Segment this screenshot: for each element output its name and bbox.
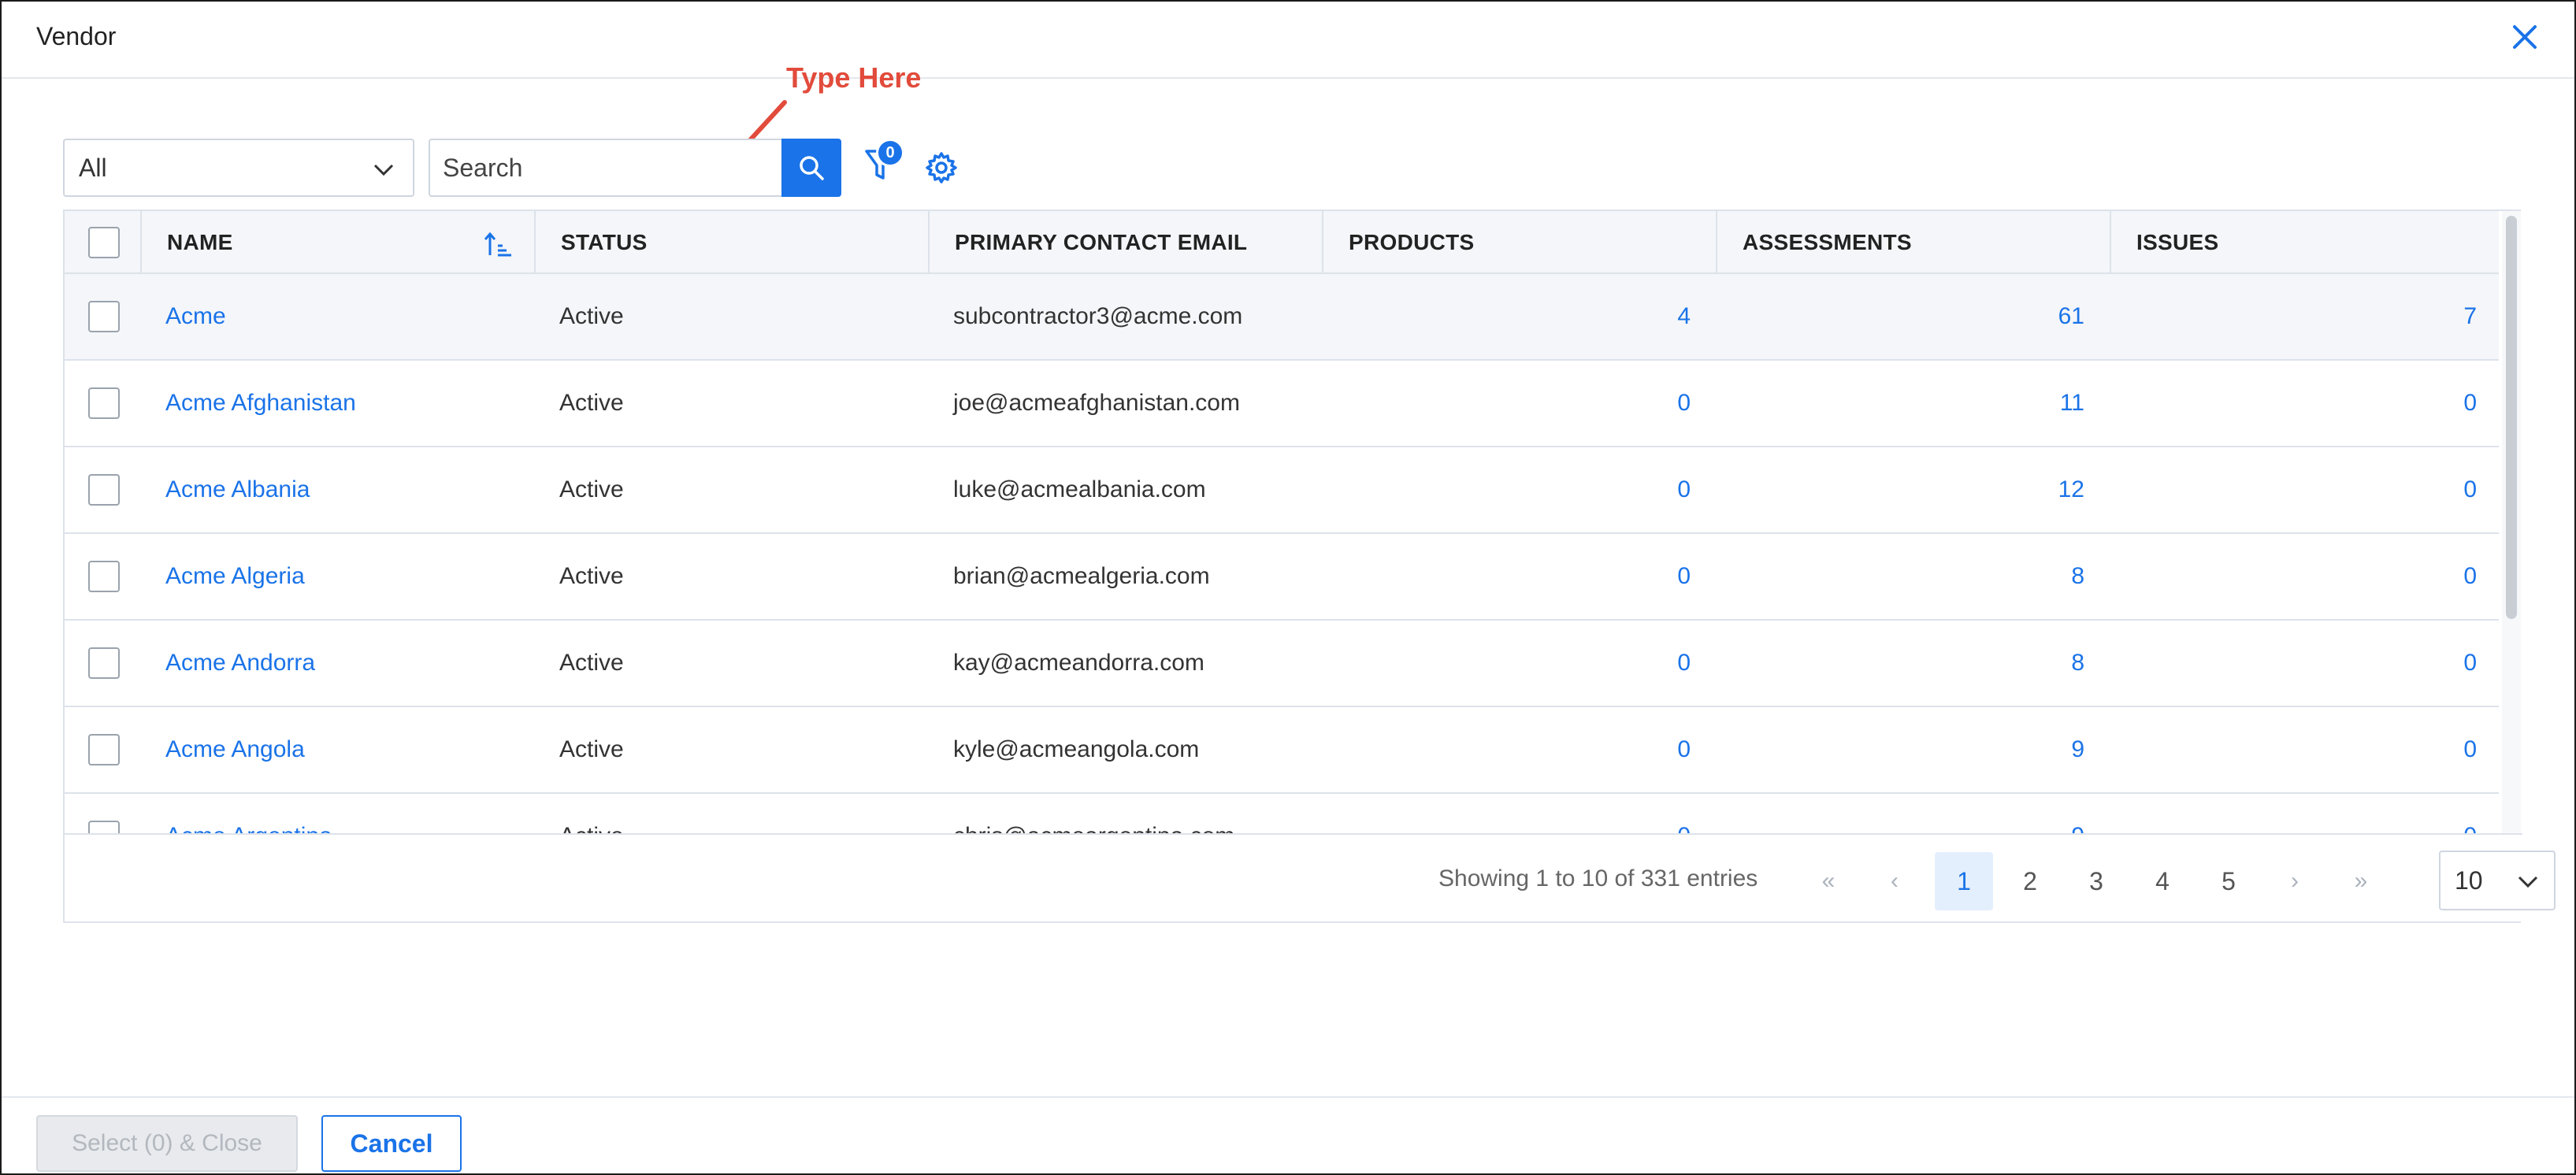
dialog-footer: Select (0) & Close Cancel xyxy=(2,1096,2574,1175)
last-page-button[interactable]: » xyxy=(2332,852,2390,910)
vendor-issues-link[interactable]: 7 xyxy=(2110,274,2477,361)
vendor-products-link[interactable]: 0 xyxy=(1322,447,1691,534)
chevron-down-icon xyxy=(373,164,394,176)
page-button-5[interactable]: 5 xyxy=(2199,852,2258,910)
vendor-assessments-link[interactable]: 61 xyxy=(1716,274,2084,361)
vendor-issues-link[interactable]: 0 xyxy=(2110,361,2477,447)
dialog-header: Vendor xyxy=(2,2,2574,79)
vendor-table: NAME STATUS PRIMARY CONTACT EMAIL PRODUC… xyxy=(63,209,2556,923)
vendor-status: Active xyxy=(559,303,624,329)
row-checkbox[interactable] xyxy=(88,734,120,765)
vendor-name-link[interactable]: Acme Algeria xyxy=(165,534,305,621)
column-header-email[interactable]: PRIMARY CONTACT EMAIL xyxy=(928,211,1322,274)
column-header-assessments[interactable]: ASSESSMENTS xyxy=(1716,211,2110,274)
vendor-assessments-link[interactable]: 8 xyxy=(1716,534,2084,621)
vendor-email: kyle@acmeangola.com xyxy=(953,736,1200,762)
vendor-email: luke@acmealbania.com xyxy=(953,476,1206,502)
cancel-button[interactable]: Cancel xyxy=(321,1115,462,1172)
table-header: NAME STATUS PRIMARY CONTACT EMAIL PRODUC… xyxy=(65,211,2499,274)
status-filter-select[interactable]: All xyxy=(63,139,414,197)
vendor-products-link[interactable]: 0 xyxy=(1322,534,1691,621)
table-row[interactable]: Acme Afghanistan Active joe@acmeafghanis… xyxy=(65,361,2499,447)
table-row[interactable]: Acme Active subcontractor3@acme.com 4 61… xyxy=(65,274,2499,361)
vendor-status: Active xyxy=(559,390,624,416)
vendor-issues-link[interactable]: 0 xyxy=(2110,707,2477,794)
table-row[interactable]: Acme Albania Active luke@acmealbania.com… xyxy=(65,447,2499,534)
table-scrollbar[interactable] xyxy=(2502,211,2521,904)
scrollbar-thumb[interactable] xyxy=(2506,216,2517,619)
vendor-name-link[interactable]: Acme xyxy=(165,274,226,361)
settings-button[interactable] xyxy=(923,150,960,186)
vendor-email: joe@acmeafghanistan.com xyxy=(953,390,1240,416)
vendor-email: brian@acmealgeria.com xyxy=(953,563,1210,589)
select-and-close-button[interactable]: Select (0) & Close xyxy=(36,1115,298,1172)
next-page-button[interactable]: › xyxy=(2266,852,2324,910)
vendor-issues-link[interactable]: 0 xyxy=(2110,534,2477,621)
page-size-value: 10 xyxy=(2455,866,2483,895)
select-all-cell xyxy=(65,211,140,274)
page-button-4[interactable]: 4 xyxy=(2133,852,2192,910)
column-header-name[interactable]: NAME xyxy=(140,211,534,274)
annotation-label: Type Here xyxy=(786,61,922,94)
prev-page-button[interactable]: ‹ xyxy=(1865,852,1924,910)
column-header-products[interactable]: PRODUCTS xyxy=(1322,211,1716,274)
row-checkbox[interactable] xyxy=(88,474,120,506)
row-checkbox[interactable] xyxy=(88,387,120,419)
select-all-checkbox[interactable] xyxy=(88,227,120,258)
vendor-dialog: Vendor Type Here All 0 xyxy=(0,0,2576,1175)
vendor-products-link[interactable]: 0 xyxy=(1322,361,1691,447)
sort-ascending-icon[interactable] xyxy=(484,230,514,260)
vendor-name-link[interactable]: Acme Andorra xyxy=(165,621,315,707)
page-button-3[interactable]: 3 xyxy=(2067,852,2125,910)
column-header-issues[interactable]: ISSUES xyxy=(2110,211,2499,274)
chevron-down-icon xyxy=(2518,876,2538,888)
close-button[interactable] xyxy=(2504,16,2546,58)
status-filter-value: All xyxy=(79,154,107,182)
table-body: Acme Active subcontractor3@acme.com 4 61… xyxy=(65,274,2499,888)
first-page-button[interactable]: « xyxy=(1799,852,1858,910)
vendor-name-link[interactable]: Acme Albania xyxy=(165,447,310,534)
vendor-assessments-link[interactable]: 12 xyxy=(1716,447,2084,534)
table-row[interactable]: Acme Algeria Active brian@acmealgeria.co… xyxy=(65,534,2499,621)
vendor-status: Active xyxy=(559,650,624,676)
close-icon xyxy=(2513,25,2537,49)
vendor-status: Active xyxy=(559,476,624,502)
row-checkbox[interactable] xyxy=(88,301,120,332)
table-row[interactable]: Acme Angola Active kyle@acmeangola.com 0… xyxy=(65,707,2499,794)
row-checkbox[interactable] xyxy=(88,647,120,679)
page-size-select[interactable]: 10 xyxy=(2439,851,2556,910)
pagination-bar: Showing 1 to 10 of 331 entries « ‹ 1 2 3… xyxy=(65,833,2556,921)
vendor-assessments-link[interactable]: 9 xyxy=(1716,707,2084,794)
vendor-status: Active xyxy=(559,736,624,762)
vendor-assessments-link[interactable]: 11 xyxy=(1716,361,2084,447)
vendor-name-link[interactable]: Acme Angola xyxy=(165,707,305,794)
vendor-email: subcontractor3@acme.com xyxy=(953,303,1243,329)
vendor-products-link[interactable]: 4 xyxy=(1322,274,1691,361)
filter-count-badge: 0 xyxy=(876,139,904,167)
vendor-products-link[interactable]: 0 xyxy=(1322,707,1691,794)
entries-summary: Showing 1 to 10 of 331 entries xyxy=(1438,865,1758,891)
search-button[interactable] xyxy=(781,139,841,197)
vendor-email: kay@acmeandorra.com xyxy=(953,650,1204,676)
search-icon xyxy=(800,156,824,180)
search-input[interactable] xyxy=(429,139,783,197)
gear-icon xyxy=(926,152,957,183)
vendor-assessments-link[interactable]: 8 xyxy=(1716,621,2084,707)
vendor-issues-link[interactable]: 0 xyxy=(2110,447,2477,534)
column-header-status[interactable]: STATUS xyxy=(534,211,928,274)
page-button-2[interactable]: 2 xyxy=(2001,852,2059,910)
dialog-title: Vendor xyxy=(36,22,117,50)
vendor-issues-link[interactable]: 0 xyxy=(2110,621,2477,707)
vendor-status: Active xyxy=(559,563,624,589)
page-button-1[interactable]: 1 xyxy=(1935,852,1993,910)
vendor-products-link[interactable]: 0 xyxy=(1322,621,1691,707)
row-checkbox[interactable] xyxy=(88,561,120,592)
vendor-name-link[interactable]: Acme Afghanistan xyxy=(165,361,356,447)
table-row[interactable]: Acme Andorra Active kay@acmeandorra.com … xyxy=(65,621,2499,707)
